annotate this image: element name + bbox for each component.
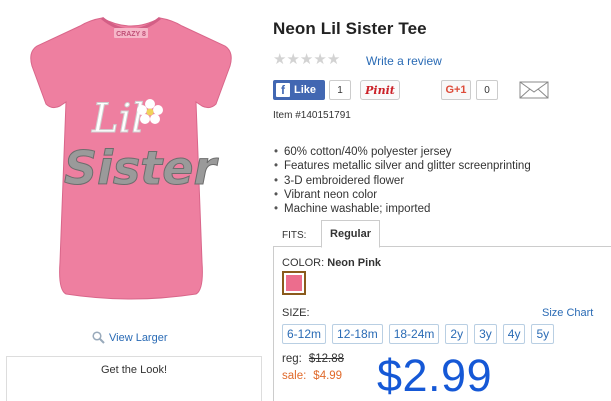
list-item: 3-D embroidered flower (273, 174, 531, 189)
final-price: $2.99 (377, 350, 493, 401)
sale-price-label: sale: (282, 370, 307, 382)
size-option[interactable]: 18-24m (388, 324, 440, 344)
sale-price-value: $4.99 (313, 370, 343, 382)
facebook-like-button[interactable]: f Like (273, 80, 325, 100)
star-icon: ★ (313, 51, 327, 68)
rating-stars: ★ ★ ★ ★ ★ (273, 52, 340, 67)
tee-print-lil: Lil (91, 96, 144, 142)
fits-label: FITS: (282, 230, 307, 241)
facebook-icon: f (276, 83, 290, 97)
color-swatch-neon-pink[interactable] (282, 271, 306, 295)
list-item: Machine washable; imported (273, 202, 531, 217)
tab-regular[interactable]: Regular (321, 220, 380, 248)
size-option[interactable]: 3y (474, 324, 497, 344)
product-options: COLOR: Neon Pink SIZE: Size Chart 6-12m … (273, 247, 611, 401)
envelope-icon[interactable] (519, 81, 549, 99)
product-details: Neon Lil Sister Tee ★ ★ ★ ★ ★ Write a re… (273, 0, 611, 401)
size-option[interactable]: 2y (445, 324, 469, 344)
tee-tag-text: CRAZY 8 (116, 31, 146, 38)
list-item: 60% cotton/40% polyester jersey (273, 145, 531, 160)
list-item: Features metallic silver and glitter scr… (273, 159, 531, 174)
size-chart-link[interactable]: Size Chart (542, 307, 593, 319)
product-title: Neon Lil Sister Tee (273, 19, 427, 38)
write-review-link[interactable]: Write a review (366, 54, 442, 68)
size-option[interactable]: 5y (531, 324, 555, 344)
star-icon: ★ (273, 51, 287, 68)
get-the-look-title: Get the Look! (100, 364, 168, 376)
star-icon: ★ (299, 51, 314, 68)
facebook-like-label: Like (294, 84, 317, 96)
color-row: COLOR: Neon Pink (282, 257, 381, 269)
social-share-bar: f Like 1 Pinit G+1 0 (273, 80, 611, 100)
regular-price-row: reg: $12.88 (282, 353, 344, 365)
list-item: Vibrant neon color (273, 188, 531, 203)
get-the-look-panel: Get the Look! (6, 356, 262, 401)
regular-price-value: $12.88 (308, 353, 345, 365)
sale-price-row: sale: $4.99 (282, 370, 342, 382)
item-number: Item #140151791 (273, 110, 351, 121)
product-image[interactable]: CRAZY 8 Lil Sister (20, 12, 242, 302)
color-value: Neon Pink (327, 257, 382, 269)
product-gallery: CRAZY 8 Lil Sister View Larger Get the L… (0, 0, 265, 401)
swatch-fill (286, 275, 302, 291)
magnifier-icon (92, 331, 105, 344)
star-icon: ★ (326, 51, 341, 68)
fits-tabs: FITS: Regular (273, 220, 611, 248)
regular-price-label: reg: (282, 353, 302, 365)
pinterest-button[interactable]: Pinit (360, 80, 400, 100)
color-label: COLOR: (282, 257, 325, 269)
size-option[interactable]: 6-12m (282, 324, 327, 344)
size-option[interactable]: 4y (502, 324, 526, 344)
tee-print-sister: Sister (64, 141, 219, 195)
google-plus-count: 0 (476, 80, 498, 100)
facebook-like-count: 1 (329, 80, 351, 100)
feature-list: 60% cotton/40% polyester jersey Features… (273, 145, 531, 217)
size-options: 6-12m 12-18m 18-24m 2y 3y 4y 5y (282, 324, 555, 344)
google-plus-button[interactable]: G+1 (441, 80, 471, 100)
view-larger-label[interactable]: View Larger (109, 332, 168, 344)
size-option[interactable]: 12-18m (332, 324, 383, 344)
star-icon: ★ (286, 51, 300, 68)
view-larger-link[interactable]: View Larger (92, 331, 168, 344)
size-label: SIZE: (282, 307, 310, 319)
